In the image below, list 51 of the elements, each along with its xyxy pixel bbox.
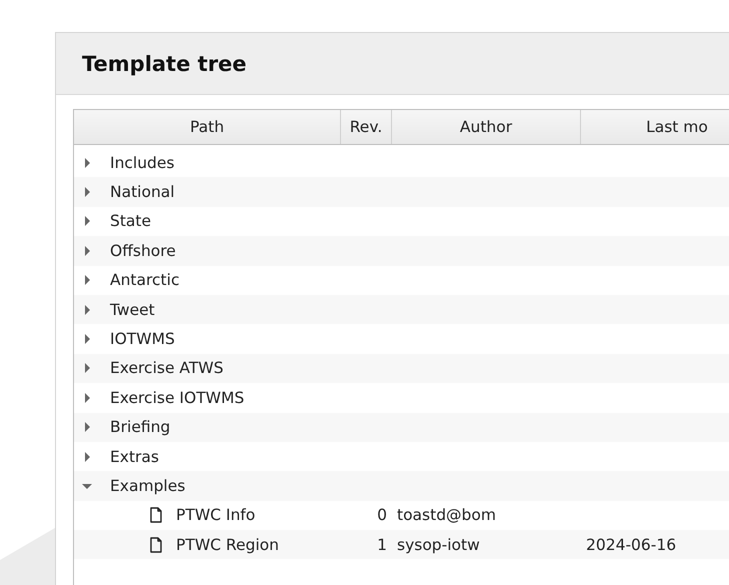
tree-row[interactable]: Exercise ATWS bbox=[74, 354, 729, 384]
expand-arrow-icon[interactable] bbox=[82, 275, 92, 286]
tree-row[interactable]: Examples bbox=[74, 471, 729, 501]
revision-text: 0 bbox=[377, 506, 387, 524]
path-text: PTWC Region bbox=[176, 536, 279, 554]
path-text: Briefing bbox=[110, 418, 170, 436]
tree-row[interactable]: Briefing bbox=[74, 412, 729, 442]
expand-arrow-icon[interactable] bbox=[82, 422, 92, 432]
path-text: Antarctic bbox=[110, 271, 180, 290]
expand-arrow-icon[interactable] bbox=[82, 158, 92, 168]
expand-arrow-icon[interactable] bbox=[82, 363, 92, 374]
expand-arrow-icon[interactable] bbox=[82, 246, 92, 256]
path-text: Examples bbox=[110, 476, 186, 495]
author-text: sysop-iotw bbox=[397, 536, 480, 554]
date-text: 2024-06-16 bbox=[586, 536, 676, 554]
path-text: National bbox=[110, 183, 175, 202]
path-text: Tweet bbox=[110, 300, 155, 319]
tree-row[interactable]: Includes bbox=[74, 148, 729, 178]
expand-arrow-icon[interactable] bbox=[82, 452, 92, 462]
document-icon bbox=[148, 536, 164, 553]
tree-row[interactable]: Antarctic bbox=[74, 266, 729, 295]
tree-row[interactable]: PTWC Info 0 toastd@bom bbox=[74, 500, 729, 530]
panel-title: Template tree bbox=[82, 52, 247, 76]
path-text: Offshore bbox=[110, 242, 176, 260]
tree-row[interactable]: Extras bbox=[74, 442, 729, 472]
path-text: PTWC Info bbox=[176, 506, 256, 524]
tree-row[interactable]: Exercise IOTWMS bbox=[74, 383, 729, 413]
path-text: Includes bbox=[110, 154, 174, 172]
expand-arrow-icon[interactable] bbox=[82, 392, 92, 403]
column-header[interactable]: Path bbox=[74, 110, 341, 144]
tree-row[interactable]: IOTWMS bbox=[74, 324, 729, 354]
path-text: Extras bbox=[110, 448, 159, 466]
path-text: Exercise ATWS bbox=[110, 359, 224, 378]
expand-arrow-icon[interactable] bbox=[82, 216, 92, 226]
column-header[interactable]: Author bbox=[392, 110, 581, 144]
path-text: Exercise IOTWMS bbox=[110, 388, 244, 407]
document-icon bbox=[148, 507, 164, 524]
path-text: IOTWMS bbox=[110, 330, 175, 348]
column-header[interactable]: Rev. bbox=[341, 110, 392, 144]
expand-arrow-icon[interactable] bbox=[82, 187, 92, 198]
tree-row[interactable]: Tweet bbox=[74, 294, 729, 324]
expand-arrow-icon[interactable] bbox=[82, 304, 92, 315]
path-text: State bbox=[110, 212, 152, 230]
tree-row[interactable]: State bbox=[74, 206, 729, 236]
author-text: toastd@bom bbox=[397, 506, 496, 524]
revision-text: 1 bbox=[377, 536, 387, 554]
tree-row[interactable]: National bbox=[74, 177, 729, 207]
tree-row[interactable]: PTWC Region 1 sysop-iotw 2024-06-16 bbox=[74, 530, 729, 560]
tree-row[interactable]: Offshore bbox=[74, 236, 729, 266]
column-header[interactable]: Last mo bbox=[581, 110, 729, 144]
expand-arrow-icon[interactable] bbox=[82, 334, 92, 344]
